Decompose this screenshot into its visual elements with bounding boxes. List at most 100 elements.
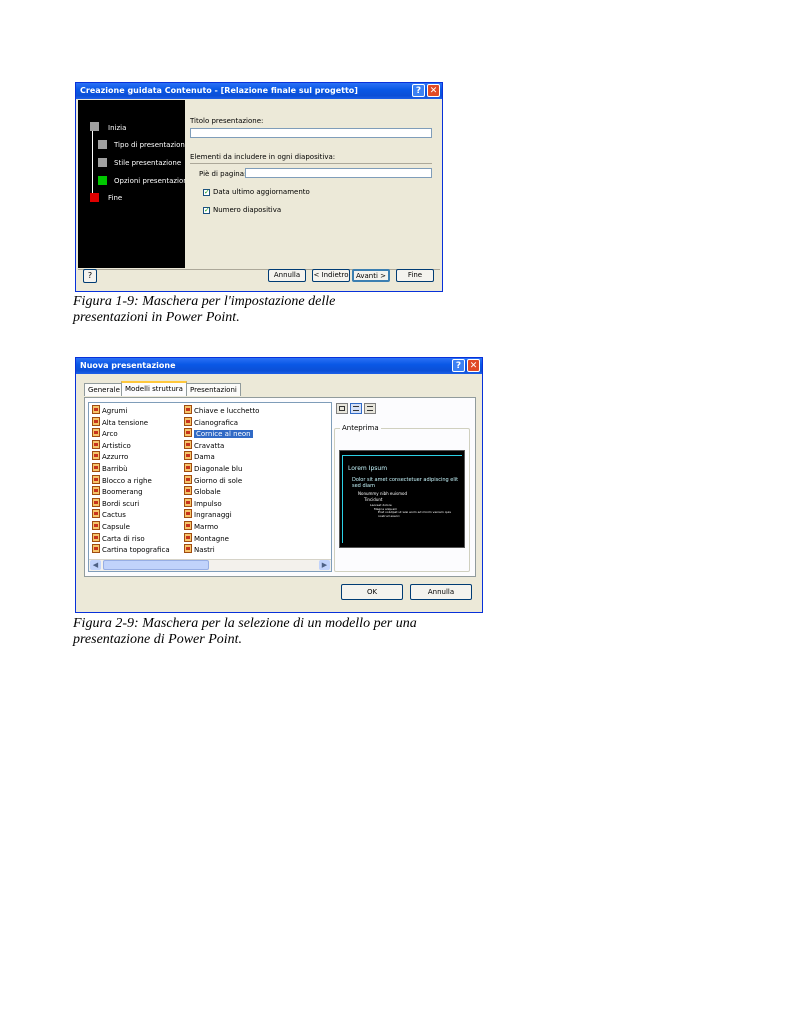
template-list-item[interactable]: Globale [184, 486, 221, 497]
view-large-icons-button[interactable] [336, 403, 348, 414]
template-name: Nastri [194, 546, 215, 555]
ok-button[interactable]: OK [341, 584, 403, 600]
back-button[interactable]: < Indietro [312, 269, 350, 282]
wizard-options-panel: Titolo presentazione: Elementi da includ… [185, 100, 441, 268]
template-name: Impulso [194, 499, 222, 508]
next-button[interactable]: Avanti > [352, 269, 390, 282]
close-button[interactable]: ✕ [467, 359, 480, 372]
template-name: Cornice al neon [194, 430, 253, 439]
design-template-icon [184, 509, 192, 519]
large-icons-icon [339, 406, 345, 411]
template-list-item[interactable]: Cactus [92, 509, 126, 520]
template-list-item[interactable]: Capsule [92, 521, 130, 532]
template-list-item[interactable]: Arco [92, 428, 118, 439]
template-list-item[interactable]: Giorno di sole [184, 474, 243, 486]
template-name: Cravatta [194, 441, 225, 450]
design-template-icon [92, 474, 100, 484]
template-list-item[interactable]: Azzurro [92, 451, 128, 462]
design-template-icon [92, 509, 100, 519]
design-template-icon [184, 416, 192, 426]
template-list-item[interactable]: Diagonale blu [184, 463, 242, 474]
arrow-left-icon: ◀ [92, 561, 99, 569]
design-template-icon [184, 497, 192, 507]
template-list-item[interactable]: Dama [184, 451, 215, 462]
design-template-icon [184, 439, 192, 449]
tab-modelli-struttura[interactable]: Modelli struttura [121, 381, 187, 396]
design-template-icon [92, 439, 100, 449]
template-list-item[interactable]: Impulso [184, 497, 222, 509]
design-template-icon [184, 451, 192, 461]
cancel-button[interactable]: Annulla [410, 584, 472, 600]
template-list-item[interactable]: Bordi scuri [92, 497, 139, 509]
template-list-item[interactable]: Alta tensione [92, 416, 148, 428]
tab-presentazioni[interactable]: Presentazioni [186, 383, 241, 396]
template-list-item[interactable]: Carta di riso [92, 532, 145, 544]
help-button[interactable]: ? [452, 359, 465, 372]
step-marker-icon [98, 158, 107, 167]
design-template-icon [92, 497, 100, 507]
template-list-item[interactable]: Agrumi [92, 405, 127, 416]
new-presentation-titlebar[interactable]: Nuova presentazione [76, 358, 482, 374]
template-list-item[interactable]: Barribù [92, 463, 128, 474]
cancel-button[interactable]: Annulla [268, 269, 306, 282]
template-name: Marmo [194, 523, 219, 531]
design-template-icon [92, 544, 100, 554]
design-template-icon [184, 532, 192, 542]
scroll-left-button[interactable]: ◀ [90, 560, 101, 570]
template-list-item[interactable]: Montagne [184, 532, 229, 544]
template-list-item[interactable]: Cornice al neon [184, 428, 253, 439]
horizontal-scrollbar[interactable]: ◀ ▶ [89, 559, 331, 571]
preview-heading: Lorem Ipsum [348, 465, 388, 472]
preview-bullet-6: Erat volutpat ut wisi enim ad minim veni… [378, 510, 451, 518]
caption-2-line-2: presentazione di Power Point. [73, 632, 243, 647]
date-checkbox[interactable]: ✓ [203, 189, 210, 196]
office-assistant-button[interactable]: ? [83, 269, 97, 283]
date-checkbox-label: Data ultimo aggiornamento [213, 188, 310, 196]
template-name: Giorno di sole [194, 476, 243, 485]
template-list-item[interactable]: Cartina topografica [92, 544, 170, 555]
template-list[interactable]: Agrumi Alta tensione Arco Artistico Azzurro B… [88, 402, 332, 572]
template-name: Arco [102, 430, 118, 439]
new-presentation-dialog: Nuova presentazione ? ✕ Generale Modelli… [75, 357, 483, 613]
design-template-icon [92, 416, 100, 426]
slide-number-checkbox[interactable]: ✓ [203, 207, 210, 214]
tab-generale[interactable]: Generale [84, 383, 124, 396]
template-name: Globale [194, 488, 221, 497]
caption-2-line-1: Figura 2-9: Maschera per la selezione di… [73, 616, 417, 631]
template-list-item[interactable]: Nastri [184, 544, 215, 555]
template-list-item[interactable]: Artistico [92, 439, 131, 451]
title-label: Titolo presentazione: [190, 117, 264, 125]
design-template-icon [92, 521, 100, 530]
design-template-icon [184, 486, 192, 496]
view-list-button[interactable] [350, 403, 362, 414]
template-list-item[interactable]: Ingranaggi [184, 509, 232, 520]
footer-input[interactable] [245, 168, 432, 178]
neon-frame-left [342, 455, 343, 543]
template-list-item[interactable]: Blocco a righe [92, 474, 152, 486]
tab-content-panel: Agrumi Alta tensione Arco Artistico Azzurro B… [84, 397, 476, 577]
design-template-icon [92, 486, 100, 496]
title-input[interactable] [190, 128, 432, 138]
preview-bullet-1: Dolor sit amet consectetuer adipiscing e… [352, 477, 459, 489]
finish-button[interactable]: Fine [396, 269, 434, 282]
design-template-icon [184, 544, 192, 554]
template-list-item[interactable]: Cravatta [184, 439, 225, 451]
template-list-item[interactable]: Boomerang [92, 486, 143, 497]
template-list-item[interactable]: Marmo [184, 521, 218, 532]
caption-1-line-2: presentazioni in Power Point. [73, 310, 240, 325]
content-wizard-title: Creazione guidata Contenuto - [Relazione… [80, 86, 358, 95]
preview-slide: Lorem Ipsum Dolor sit amet consectetuer … [339, 450, 465, 548]
template-list-item[interactable]: Cianografica [184, 416, 238, 428]
scroll-thumb[interactable] [103, 560, 209, 570]
template-list-item[interactable]: Chiave e lucchetto [184, 405, 259, 416]
template-name: Blocco a righe [102, 476, 152, 485]
scroll-right-button[interactable]: ▶ [319, 560, 330, 570]
help-button[interactable]: ? [412, 84, 425, 97]
content-wizard-titlebar[interactable]: Creazione guidata Contenuto - [Relazione… [76, 83, 442, 99]
slide-number-checkbox-label: Numero diapositiva [213, 206, 282, 214]
figure-caption-2: Figura 2-9: Maschera per la selezione di… [73, 616, 417, 648]
view-details-button[interactable] [364, 403, 376, 414]
close-button[interactable]: ✕ [427, 84, 440, 97]
step-marker-icon [98, 140, 107, 149]
template-name: Boomerang [102, 488, 143, 497]
